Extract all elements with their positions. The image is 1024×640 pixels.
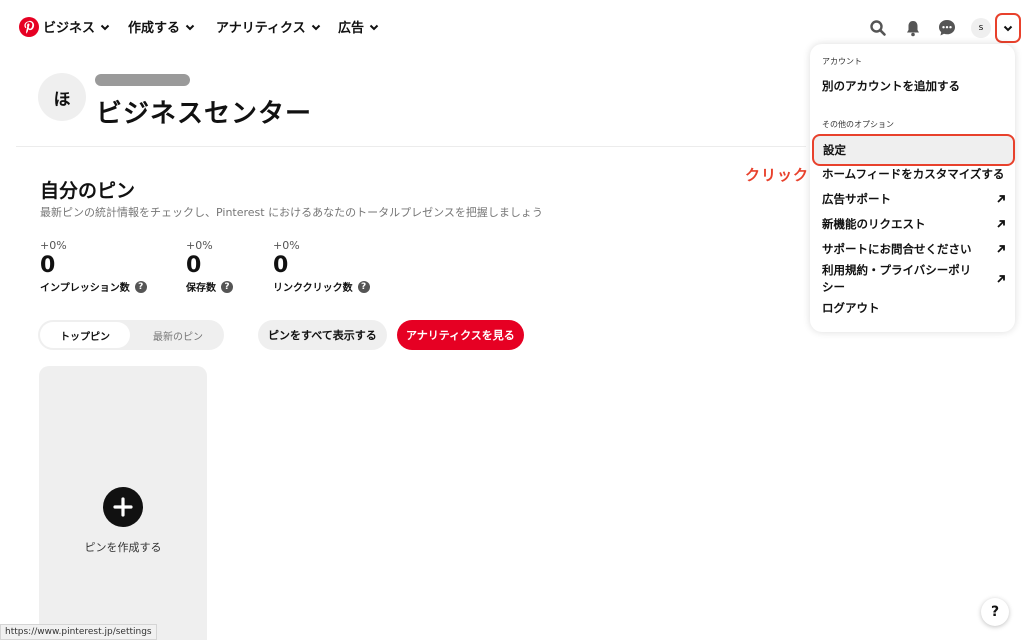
stat-change: +0% [40, 239, 67, 252]
menu-contact-support[interactable]: サポートにお問合せください [822, 241, 1006, 257]
page-title: ビジネスセンター [96, 99, 313, 129]
show-all-pins-button[interactable]: ピンをすべて表示する [258, 320, 387, 350]
help-circle-icon[interactable]: ? [134, 280, 147, 293]
account-dropdown-menu: アカウント 別のアカウントを追加する その他のオプション ホームフィードをカスタ… [810, 44, 1015, 332]
stat-value: 0 [40, 253, 56, 278]
stat-label-text: 保存数 [186, 283, 216, 294]
blurred-account-name [95, 74, 190, 86]
menu-item-label: 別のアカウントを追加する [822, 79, 960, 93]
menu-settings[interactable]: 設定 [812, 134, 1015, 166]
menu-feature-request[interactable]: 新機能のリクエスト [822, 216, 1006, 232]
menu-customize-home-feed[interactable]: ホームフィードをカスタマイズする [822, 166, 1006, 182]
bell-icon[interactable] [902, 17, 924, 39]
menu-item-label: サポートにお問合せください [822, 242, 972, 256]
account-menu-toggle[interactable] [995, 13, 1021, 43]
menu-item-label: ホームフィードをカスタマイズする [822, 167, 1005, 181]
menu-item-label: ログアウト [822, 301, 880, 315]
nav-ads[interactable]: 広告 [338, 17, 380, 36]
chevron-down-icon [1003, 25, 1013, 32]
click-annotation: クリック [745, 166, 810, 184]
nav-analytics[interactable]: アナリティクス [216, 17, 322, 36]
plus-icon[interactable] [103, 487, 143, 527]
external-link-arrow-icon [997, 195, 1005, 203]
external-link-arrow-icon [997, 220, 1005, 228]
status-bar-url: https://www.pinterest.jp/settings [0, 624, 157, 640]
tab-latest-pins[interactable]: 最新のピン [134, 322, 222, 348]
menu-section-more-options: その他のオプション [822, 120, 894, 129]
help-circle-icon[interactable]: ? [221, 280, 233, 293]
help-button[interactable]: ? [981, 598, 1009, 626]
stat-label: インプレッション数 ? [40, 279, 147, 294]
stat-change: +0% [186, 239, 213, 252]
menu-add-account[interactable]: 別のアカウントを追加する [822, 78, 1006, 94]
menu-item-label: 広告サポート [822, 192, 891, 206]
header-divider [16, 146, 806, 147]
chevron-down-icon [311, 24, 320, 30]
menu-item-label: 利用規約・プライバシーポリシー [822, 263, 972, 294]
menu-logout[interactable]: ログアウト [822, 300, 1006, 316]
stat-saves: +0% 0 保存数 ? [186, 239, 233, 294]
section-title: 自分のピン [40, 180, 136, 202]
external-link-arrow-icon [997, 245, 1005, 253]
help-circle-icon[interactable]: ? [357, 280, 370, 293]
nav-business[interactable]: ビジネス [43, 17, 111, 36]
menu-item-label: 新機能のリクエスト [822, 217, 926, 231]
create-pin-card[interactable]: ピンを作成する [39, 366, 207, 640]
stat-link-clicks: +0% 0 リンククリック数 ? [273, 239, 370, 294]
chevron-down-icon [185, 24, 195, 30]
stat-label: 保存数 ? [186, 279, 233, 294]
user-avatar[interactable]: s [971, 18, 991, 38]
stat-value: 0 [186, 253, 202, 278]
menu-terms-privacy[interactable]: 利用規約・プライバシーポリシー [822, 262, 1006, 296]
menu-ads-support[interactable]: 広告サポート [822, 191, 1006, 207]
profile-avatar[interactable]: ほ [38, 73, 86, 121]
pinterest-logo-icon[interactable] [19, 17, 39, 37]
nav-analytics-label: アナリティクス [216, 21, 306, 36]
menu-section-account: アカウント [822, 57, 862, 66]
stat-change: +0% [273, 239, 300, 252]
view-analytics-button[interactable]: アナリティクスを見る [397, 320, 524, 350]
section-subtitle: 最新ピンの統計情報をチェックし、Pinterest におけるあなたのトータルプレ… [40, 206, 543, 219]
nav-business-label: ビジネス [43, 21, 96, 36]
stat-label-text: インプレッション数 [40, 283, 130, 294]
message-icon[interactable] [936, 17, 958, 39]
chevron-down-icon [369, 24, 379, 30]
stat-label: リンククリック数 ? [273, 279, 370, 294]
tab-top-pins[interactable]: トップピン [40, 322, 130, 348]
create-pin-label: ピンを作成する [84, 541, 162, 554]
search-icon[interactable] [867, 17, 889, 39]
nav-create[interactable]: 作成する [128, 17, 196, 36]
stat-impressions: +0% 0 インプレッション数 ? [40, 239, 147, 294]
stat-value: 0 [273, 253, 289, 278]
nav-ads-label: 広告 [338, 21, 365, 36]
pin-tab-toggle: トップピン 最新のピン [38, 320, 224, 350]
external-link-arrow-icon [997, 275, 1005, 283]
nav-create-label: 作成する [128, 21, 181, 36]
chevron-down-icon [100, 24, 110, 30]
stat-label-text: リンククリック数 [273, 283, 353, 294]
